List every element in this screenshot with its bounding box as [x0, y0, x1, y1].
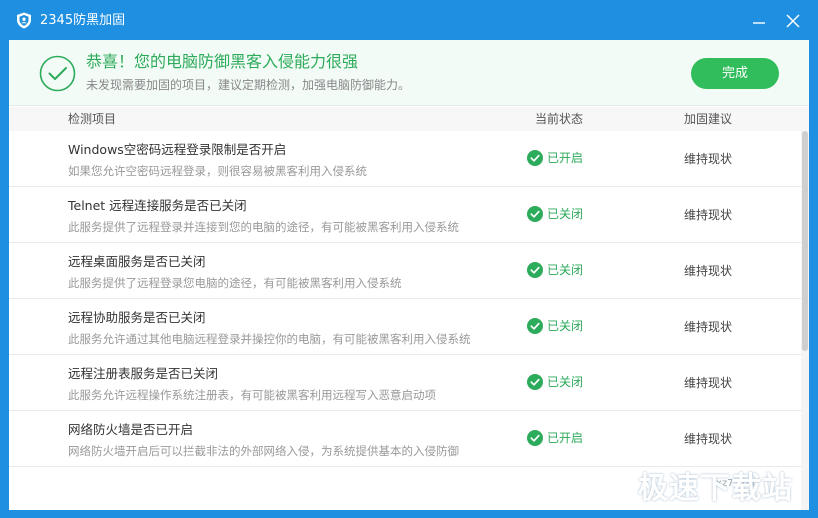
row-title: 远程协助服务是否已关闭: [68, 310, 206, 325]
row-advice: 维持现状: [684, 376, 733, 390]
check-list[interactable]: Windows空密码远程登录限制是否开启 如果您允许空密码远程登录，则很容易被黑…: [9, 131, 801, 510]
close-button[interactable]: [782, 10, 804, 32]
row-description: 网络防火墙开启后可以拦截非法的外部网络入侵，为系统提供基本的入侵防御: [68, 444, 459, 458]
done-button[interactable]: 完成: [691, 58, 779, 89]
shield-logo-icon: [17, 12, 31, 29]
header-status: 当前状态: [535, 112, 584, 126]
table-row: Telnet 远程连接服务是否已关闭 此服务提供了远程登录并连接到您的电脑的途径…: [9, 187, 801, 243]
check-circle-filled-icon: [527, 262, 543, 278]
check-circle-icon: [39, 55, 76, 92]
table-row: 远程注册表服务是否已关闭 此服务允许远程操作系统注册表，有可能被黑客利用远程写入…: [9, 355, 801, 411]
header-advice: 加固建议: [684, 112, 733, 126]
row-title: 远程桌面服务是否已关闭: [68, 254, 206, 269]
row-advice: 维持现状: [684, 264, 733, 278]
row-description: 此服务提供了远程登录并连接到您的电脑的途径，有可能被黑客利用入侵系统: [68, 220, 459, 234]
row-description: 此服务允许通过其他电脑远程登录并操控你的电脑，有可能被黑客利用入侵系统: [68, 332, 471, 346]
check-circle-filled-icon: [527, 318, 543, 334]
row-title: Telnet 远程连接服务是否已关闭: [68, 198, 247, 213]
row-title: 网络防火墙是否已开启: [68, 422, 194, 437]
header-item: 检测项目: [68, 112, 117, 126]
result-subtitle: 未发现需要加固的项目，建议定期检测，加强电脑防御能力。: [86, 78, 411, 92]
status-text: 已关闭: [547, 263, 584, 277]
close-icon: [786, 14, 800, 28]
title-bar[interactable]: 2345防黑加固: [0, 0, 818, 40]
minimize-button[interactable]: [748, 10, 770, 32]
row-advice: 维持现状: [684, 320, 733, 334]
check-circle-filled-icon: [527, 206, 543, 222]
row-advice: 维持现状: [684, 152, 733, 166]
status-text: 已关闭: [547, 375, 584, 389]
scrollbar-thumb[interactable]: [802, 131, 808, 351]
main-content: 恭喜！您的电脑防御黑客入侵能力很强 未发现需要加固的项目，建议定期检测，加强电脑…: [9, 40, 809, 510]
result-banner: 恭喜！您的电脑防御黑客入侵能力很强 未发现需要加固的项目，建议定期检测，加强电脑…: [9, 40, 809, 106]
minimize-icon: [753, 22, 765, 24]
site-watermark: 极速下载站: [638, 471, 793, 506]
table-row: Windows空密码远程登录限制是否开启 如果您允许空密码远程登录，则很容易被黑…: [9, 131, 801, 187]
status-text: 已开启: [547, 151, 584, 165]
row-description: 此服务允许远程操作系统注册表，有可能被黑客利用远程写入恶意启动项: [68, 388, 436, 402]
row-description: 此服务提供了远程登录您电脑的途径，有可能被黑客利用入侵系统: [68, 276, 402, 290]
row-advice: 维持现状: [684, 432, 733, 446]
app-window: 2345防黑加固 恭喜！您的电脑防御黑客入侵能力很强 未发现需要加固的项目，建议…: [0, 0, 818, 518]
vertical-scrollbar[interactable]: [801, 131, 809, 510]
status-text: 已关闭: [547, 319, 584, 333]
table-row: 远程协助服务是否已关闭 此服务允许通过其他电脑远程登录并操控你的电脑，有可能被黑…: [9, 299, 801, 355]
status-text: 已关闭: [547, 207, 584, 221]
result-title: 恭喜！您的电脑防御黑客入侵能力很强: [86, 52, 359, 71]
check-circle-filled-icon: [527, 374, 543, 390]
table-row: 网络防火墙是否已开启 网络防火墙开启后可以拦截非法的外部网络入侵，为系统提供基本…: [9, 411, 801, 467]
row-description: 如果您允许空密码远程登录，则很容易被黑客利用入侵系统: [68, 164, 367, 178]
row-advice: 维持现状: [684, 208, 733, 222]
check-circle-filled-icon: [527, 150, 543, 166]
table-header: 检测项目 当前状态 加固建议: [9, 107, 809, 131]
table-row: 远程桌面服务是否已关闭 此服务提供了远程登录您电脑的途径，有可能被黑客利用入侵系…: [9, 243, 801, 299]
row-title: 远程注册表服务是否已关闭: [68, 366, 219, 381]
window-title: 2345防黑加固: [40, 13, 126, 28]
row-title: Windows空密码远程登录限制是否开启: [68, 142, 287, 157]
check-circle-filled-icon: [527, 430, 543, 446]
status-text: 已开启: [547, 431, 584, 445]
